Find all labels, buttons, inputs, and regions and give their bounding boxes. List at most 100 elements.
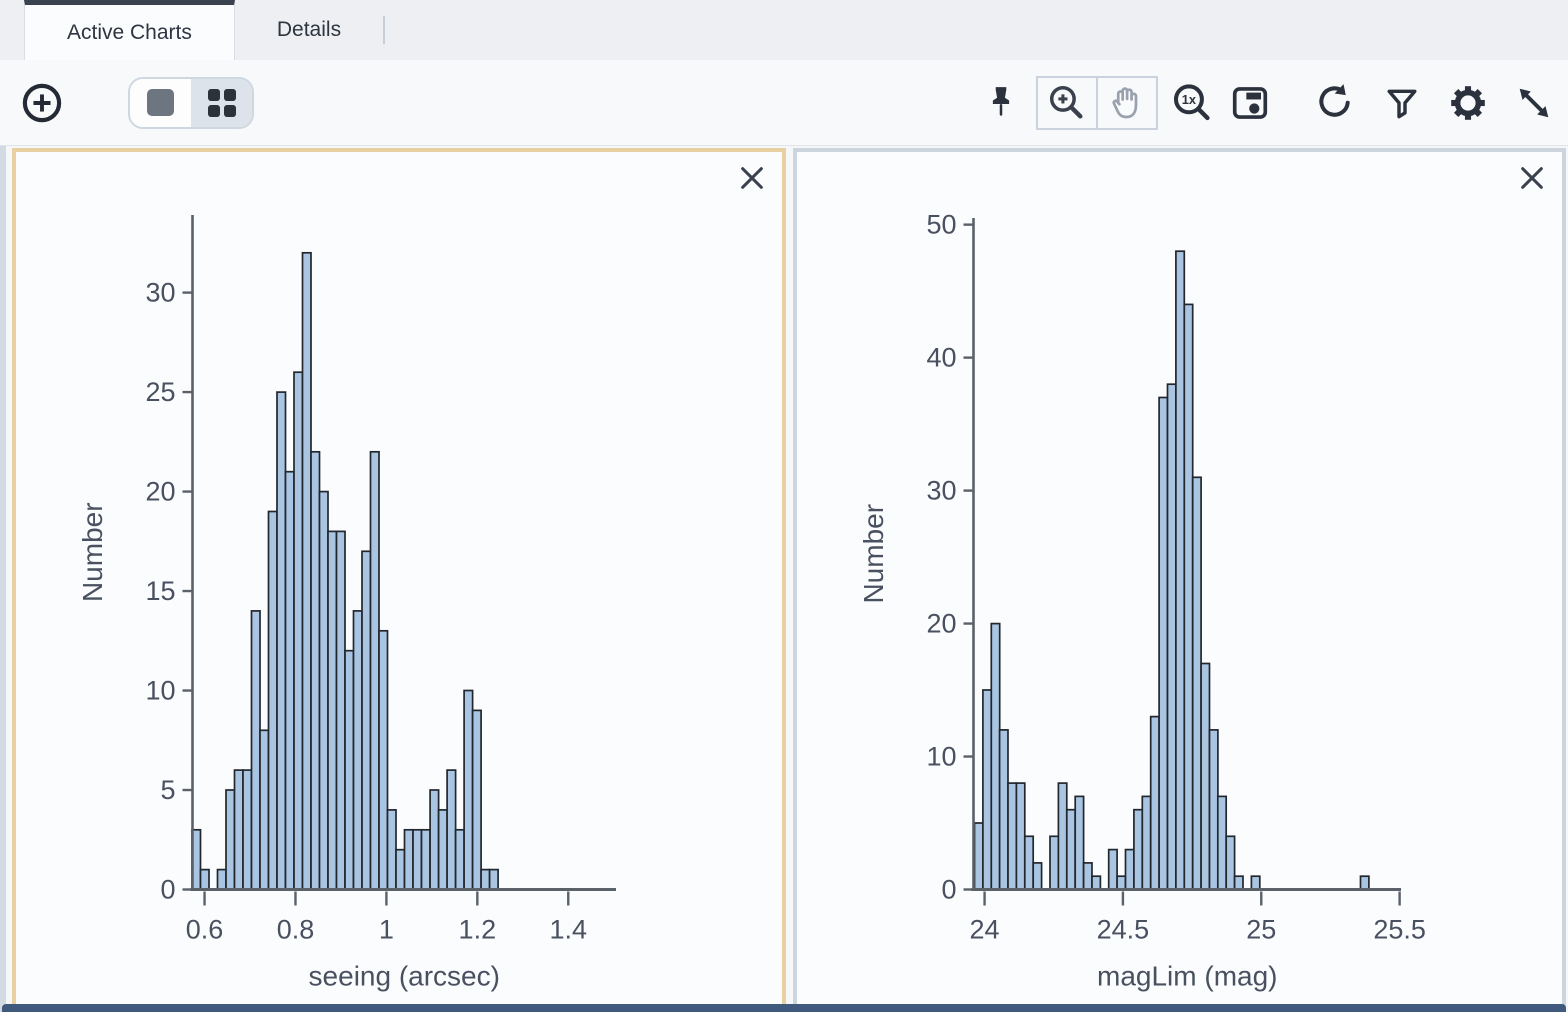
histogram-bar (235, 770, 244, 889)
close-chart-button[interactable] (736, 162, 768, 197)
save-chart-button[interactable] (1228, 81, 1272, 125)
zoom-original-button[interactable]: 1x (1170, 81, 1214, 125)
histogram-bar (1050, 836, 1058, 889)
charts-area: 0510152025300.60.811.21.4seeing (arcsec)… (0, 146, 1568, 1012)
svg-text:24.5: 24.5 (1096, 915, 1149, 945)
seeing-histogram[interactable]: 0510152025300.60.811.21.4seeing (arcsec)… (16, 152, 778, 1012)
histogram-bar (1234, 876, 1242, 889)
histogram-bar (1251, 876, 1259, 889)
table-panel-top-edge (2, 1004, 1566, 1012)
histogram-bar (999, 730, 1007, 890)
histogram-bar (243, 770, 252, 889)
add-chart-icon (20, 81, 64, 125)
tab-bar: Active Charts Details (0, 0, 1568, 60)
histogram-bar (1008, 783, 1016, 889)
tab-separator (383, 16, 385, 44)
histogram-bar (1150, 717, 1158, 890)
zoom-in-button[interactable] (1038, 78, 1096, 128)
chart-layout-toggle (128, 77, 254, 129)
histogram-bar (982, 690, 990, 890)
settings-icon (1444, 79, 1492, 127)
histogram-bar (1175, 251, 1183, 889)
svg-text:25: 25 (1246, 915, 1276, 945)
svg-text:0.6: 0.6 (186, 915, 224, 945)
histogram-bar (354, 611, 363, 890)
tab-active-charts[interactable]: Active Charts (24, 0, 235, 60)
pan-button[interactable] (1096, 78, 1156, 128)
histogram-bar (337, 531, 346, 889)
histogram-bar (328, 531, 337, 889)
svg-text:30: 30 (145, 278, 175, 308)
zoom-original-icon: 1x (1170, 81, 1214, 125)
chart-settings-button[interactable] (1444, 79, 1492, 127)
svg-text:15: 15 (145, 576, 175, 606)
pan-icon (1106, 82, 1148, 124)
close-chart-button[interactable] (1516, 162, 1548, 197)
histogram-bar (311, 452, 320, 890)
svg-text:1x: 1x (1182, 92, 1197, 107)
reset-icon (1312, 81, 1356, 125)
histogram-bar (320, 492, 329, 890)
histogram-bar (1083, 863, 1091, 890)
histogram-bar (1092, 876, 1100, 889)
grid-view-icon (208, 89, 236, 117)
histogram-bar (405, 830, 414, 890)
filter-button[interactable] (1382, 81, 1422, 125)
close-icon (738, 164, 766, 192)
close-icon (1518, 164, 1546, 192)
save-icon (1228, 81, 1272, 125)
histogram-bar (252, 611, 261, 890)
zoom-pan-group (1036, 76, 1158, 130)
expand-chart-button[interactable] (1512, 81, 1556, 125)
svg-text:40: 40 (926, 343, 956, 373)
left-gutter (0, 146, 6, 1012)
svg-text:1.2: 1.2 (459, 915, 497, 945)
histogram-bar (201, 870, 210, 890)
x-axis-label: magLim (mag) (1097, 961, 1277, 992)
histogram-bar (1167, 384, 1175, 889)
zoom-in-icon (1046, 82, 1088, 124)
histogram-bar (422, 830, 431, 890)
histogram-bar (1117, 876, 1125, 889)
histogram-bar (388, 810, 397, 890)
single-view-button[interactable] (130, 79, 191, 127)
histogram-bar (226, 790, 235, 890)
histogram-bar (473, 710, 482, 889)
svg-text:5: 5 (160, 775, 175, 805)
histogram-bar (430, 790, 439, 890)
svg-text:24: 24 (969, 915, 999, 945)
histogram-bar (218, 870, 227, 890)
single-chart-view-icon (147, 89, 174, 116)
histogram-bar (974, 823, 982, 890)
histogram-bar (464, 691, 473, 890)
histogram-bar (1201, 664, 1209, 890)
histogram-bar (396, 850, 405, 890)
histogram-bar (260, 730, 269, 889)
x-axis-label: seeing (arcsec) (309, 961, 500, 992)
svg-text:25.5: 25.5 (1373, 915, 1426, 945)
histogram-bar (1016, 783, 1024, 889)
histogram-bar (1360, 876, 1368, 889)
pin-chart-button[interactable] (982, 81, 1020, 125)
grid-view-button[interactable] (191, 79, 252, 127)
histogram-bar (371, 452, 380, 890)
tab-details[interactable]: Details (235, 0, 383, 60)
histogram-bar (294, 372, 303, 889)
histogram-bar (456, 830, 465, 890)
maglim-histogram[interactable]: 010203040502424.52525.5magLim (mag)Numbe… (797, 152, 1563, 1012)
reset-zoom-button[interactable] (1312, 81, 1356, 125)
chart-panel-maglim[interactable]: 010203040502424.52525.5magLim (mag)Numbe… (793, 148, 1567, 1012)
chart-panel-seeing[interactable]: 0510152025300.60.811.21.4seeing (arcsec)… (12, 148, 786, 1012)
add-chart-button[interactable] (20, 81, 64, 125)
svg-text:20: 20 (145, 477, 175, 507)
histogram-bar (1033, 863, 1041, 890)
svg-text:0: 0 (160, 875, 175, 905)
pin-icon (982, 81, 1020, 125)
histogram-bar (1133, 810, 1141, 890)
histogram-bar (1125, 850, 1133, 890)
histogram-bar (991, 624, 999, 890)
histogram-bar (439, 810, 448, 890)
expand-icon (1512, 81, 1556, 125)
y-axis-label: Number (77, 502, 108, 602)
histogram-bar (1108, 850, 1116, 890)
